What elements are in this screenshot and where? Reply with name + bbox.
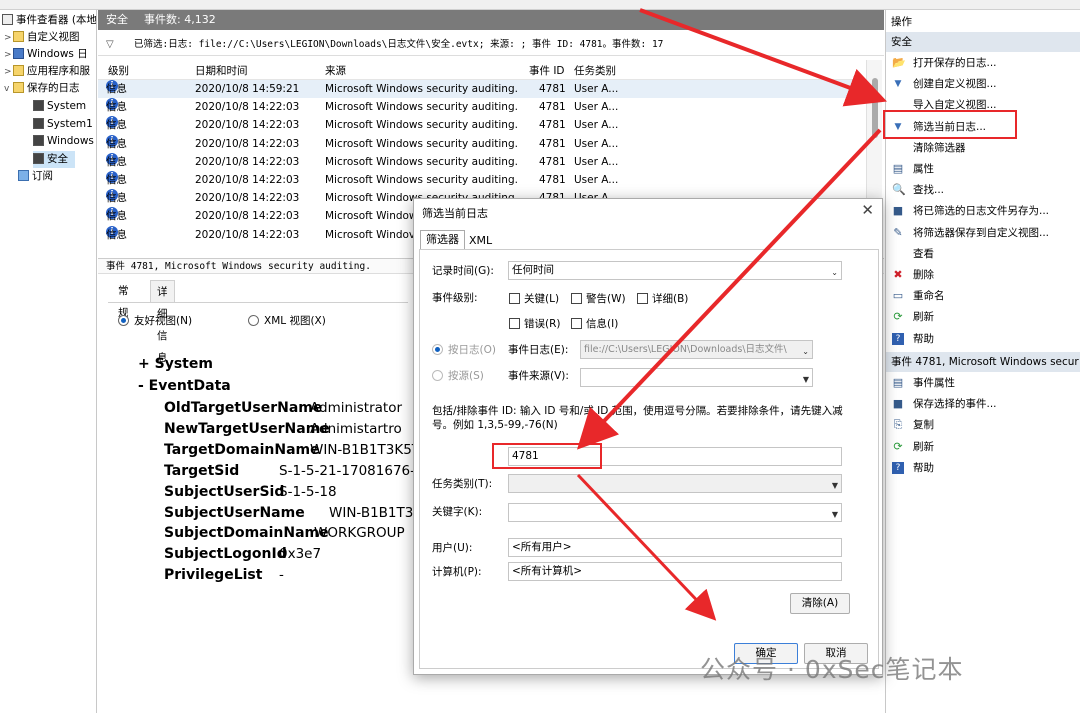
arrow-to-event-id xyxy=(576,128,882,450)
arrow-to-ok-button xyxy=(576,473,717,621)
arrow-to-filter-action xyxy=(639,8,888,107)
watermark: 公众号 · 0xSec笔记本 xyxy=(700,655,964,684)
annotation-arrows xyxy=(576,8,888,621)
